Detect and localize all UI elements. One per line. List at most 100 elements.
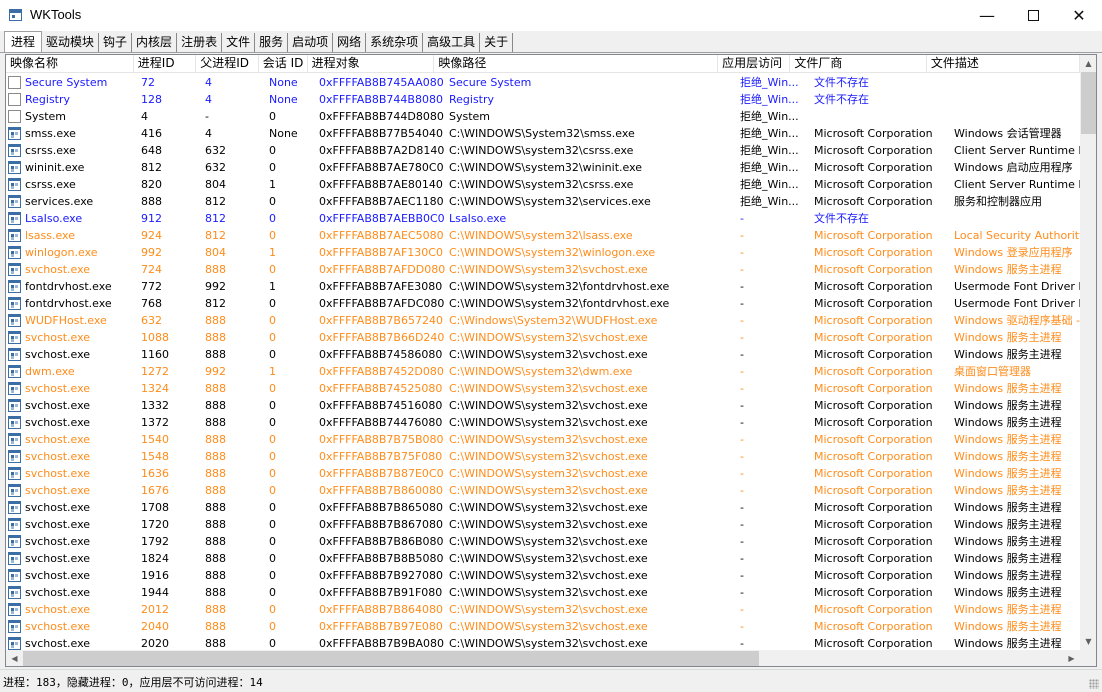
application-icon bbox=[8, 637, 21, 650]
table-row[interactable]: fontdrvhost.exe 768 812 0 0xFFFFAB8B7AFDC080… bbox=[6, 295, 1080, 312]
column-header-3[interactable]: 会话 ID bbox=[259, 55, 308, 73]
table-row[interactable]: svchost.exe 1792 888 0 0xFFFFAB8B7B86B080 C:\… bbox=[6, 533, 1080, 550]
cell-ppid: 992 bbox=[205, 365, 226, 378]
table-row[interactable]: svchost.exe 1540 888 0 0xFFFFAB8B7B75B080 C:\… bbox=[6, 431, 1080, 448]
table-row[interactable]: svchost.exe 1944 888 0 0xFFFFAB8B7B91F080 C:\… bbox=[6, 584, 1080, 601]
cell-session: 0 bbox=[269, 263, 276, 276]
table-row[interactable]: csrss.exe 820 804 1 0xFFFFAB8B7AE80140 C:\WIN… bbox=[6, 176, 1080, 193]
table-row[interactable]: smss.exe 416 4 None 0xFFFFAB8B77B54040 C:\WIN… bbox=[6, 125, 1080, 142]
cell-image-name: svchost.exe bbox=[6, 584, 137, 601]
scroll-left-icon[interactable]: ◀ bbox=[6, 650, 23, 666]
tab-10[interactable]: 高级工具 bbox=[423, 33, 481, 52]
process-name: wininit.exe bbox=[25, 161, 85, 174]
table-row[interactable]: svchost.exe 2040 888 0 0xFFFFAB8B7B97E080 C:\… bbox=[6, 618, 1080, 635]
cell-desc: Windows 服务主进程 bbox=[954, 382, 1062, 395]
table-row[interactable]: System 4 - 0 0xFFFFAB8B744D8080 System 拒绝_Win.… bbox=[6, 108, 1080, 125]
table-row[interactable]: svchost.exe 1916 888 0 0xFFFFAB8B7B927080 C:\… bbox=[6, 567, 1080, 584]
cell-session: 0 bbox=[269, 161, 276, 174]
horizontal-scrollbar[interactable]: ◀ ▶ bbox=[6, 650, 1080, 666]
cell-image-name: svchost.exe bbox=[6, 567, 137, 584]
minimize-button[interactable]: — bbox=[964, 0, 1010, 31]
cell-pid: 1088 bbox=[141, 331, 169, 344]
tab-5[interactable]: 文件 bbox=[222, 33, 256, 52]
tab-6[interactable]: 服务 bbox=[255, 33, 289, 52]
table-row[interactable]: svchost.exe 1088 888 0 0xFFFFAB8B7B66D240 C:\… bbox=[6, 329, 1080, 346]
table-row[interactable]: svchost.exe 1372 888 0 0xFFFFAB8B74476080 C:\… bbox=[6, 414, 1080, 431]
table-row[interactable]: Secure System 72 4 None 0xFFFFAB8B745AA080 Se… bbox=[6, 74, 1080, 91]
table-row[interactable]: svchost.exe 1676 888 0 0xFFFFAB8B7B860080 C:\… bbox=[6, 482, 1080, 499]
table-row[interactable]: svchost.exe 1324 888 0 0xFFFFAB8B74525080 C:\… bbox=[6, 380, 1080, 397]
table-row[interactable]: svchost.exe 1332 888 0 0xFFFFAB8B74516080 C:\… bbox=[6, 397, 1080, 414]
table-row[interactable]: fontdrvhost.exe 772 992 1 0xFFFFAB8B7AFE3080… bbox=[6, 278, 1080, 295]
cell-desc: Windows 服务主进程 bbox=[954, 331, 1062, 344]
tab-8[interactable]: 网络 bbox=[333, 33, 367, 52]
cell-ppid: 888 bbox=[205, 620, 226, 633]
cell-access: - bbox=[740, 280, 744, 293]
tab-9[interactable]: 系统杂项 bbox=[366, 33, 424, 52]
table-row[interactable]: svchost.exe 1636 888 0 0xFFFFAB8B7B87E0C0 C:\… bbox=[6, 465, 1080, 482]
cell-path: C:\WINDOWS\system32\svchost.exe bbox=[449, 433, 648, 446]
tab-0[interactable]: 进程 bbox=[4, 31, 43, 52]
cell-ppid: 812 bbox=[205, 195, 226, 208]
cell-pid: 1676 bbox=[141, 484, 169, 497]
resize-grip-icon[interactable] bbox=[1089, 679, 1099, 689]
column-header-5[interactable]: 映像路径 bbox=[434, 55, 719, 73]
column-header-1[interactable]: 进程ID bbox=[134, 55, 197, 73]
process-name: svchost.exe bbox=[25, 518, 91, 531]
table-row[interactable]: Registry 128 4 None 0xFFFFAB8B744B8080 Regist… bbox=[6, 91, 1080, 108]
cell-path: LsaIso.exe bbox=[449, 212, 507, 225]
table-row[interactable]: csrss.exe 648 632 0 0xFFFFAB8B7A2D8140 C:\WIN… bbox=[6, 142, 1080, 159]
table-row[interactable]: svchost.exe 1720 888 0 0xFFFFAB8B7B867080 C:\… bbox=[6, 516, 1080, 533]
document-icon bbox=[8, 110, 21, 123]
scroll-down-icon[interactable]: ▼ bbox=[1080, 633, 1096, 650]
table-row[interactable]: lsass.exe 924 812 0 0xFFFFAB8B7AEC5080 C:\WIN… bbox=[6, 227, 1080, 244]
scroll-right-icon[interactable]: ▶ bbox=[1063, 650, 1080, 666]
column-header-6[interactable]: 应用层访问 bbox=[718, 55, 791, 73]
vertical-scrollbar[interactable]: ▲ ▼ bbox=[1080, 55, 1096, 650]
table-row[interactable]: svchost.exe 1824 888 0 0xFFFFAB8B7B8B5080 C:\… bbox=[6, 550, 1080, 567]
cell-access: - bbox=[740, 484, 744, 497]
table-row[interactable]: WUDFHost.exe 632 888 0 0xFFFFAB8B7B657240 C:\… bbox=[6, 312, 1080, 329]
column-header-8[interactable]: 文件描述 bbox=[927, 55, 1080, 73]
column-header-4[interactable]: 进程对象 bbox=[308, 55, 435, 73]
column-header-7[interactable]: 文件厂商 bbox=[790, 55, 927, 73]
cell-path: C:\WINDOWS\system32\svchost.exe bbox=[449, 382, 648, 395]
tab-3[interactable]: 内核层 bbox=[132, 33, 178, 52]
vertical-scroll-thumb[interactable] bbox=[1081, 72, 1096, 134]
cell-image-name: fontdrvhost.exe bbox=[6, 295, 137, 312]
table-row[interactable]: services.exe 888 812 0 0xFFFFAB8B7AEC1180 C:\… bbox=[6, 193, 1080, 210]
column-header-0[interactable]: 映像名称 bbox=[6, 55, 134, 73]
maximize-button[interactable] bbox=[1010, 0, 1056, 31]
cell-vendor: Microsoft Corporation bbox=[814, 433, 933, 446]
table-row[interactable]: winlogon.exe 992 804 1 0xFFFFAB8B7AF130C0 C:\… bbox=[6, 244, 1080, 261]
tab-2[interactable]: 钩子 bbox=[99, 33, 133, 52]
tab-1[interactable]: 驱动模块 bbox=[42, 33, 100, 52]
cell-path: C:\WINDOWS\system32\csrss.exe bbox=[449, 178, 634, 191]
table-row[interactable]: LsaIso.exe 912 812 0 0xFFFFAB8B7AEBB0C0 LsaIs… bbox=[6, 210, 1080, 227]
table-row[interactable]: svchost.exe 1708 888 0 0xFFFFAB8B7B865080 C:\… bbox=[6, 499, 1080, 516]
cell-desc: Windows 服务主进程 bbox=[954, 603, 1062, 616]
cell-session: 0 bbox=[269, 450, 276, 463]
table-row[interactable]: svchost.exe 1160 888 0 0xFFFFAB8B74586080 C:\… bbox=[6, 346, 1080, 363]
cell-pid: 4 bbox=[141, 110, 148, 123]
cell-ppid: 4 bbox=[205, 76, 212, 89]
horizontal-scroll-thumb[interactable] bbox=[23, 651, 759, 666]
table-row[interactable]: svchost.exe 1548 888 0 0xFFFFAB8B7B75F080 C:\… bbox=[6, 448, 1080, 465]
status-text: 进程：183，隐藏进程：0，应用层不可访问进程：14 bbox=[3, 676, 263, 689]
process-list[interactable]: 映像名称 进程ID 父进程ID 会话 ID 进程对象 映像路径 应用层访问 文件厂商 文件描述 … bbox=[5, 54, 1097, 667]
table-row[interactable]: wininit.exe 812 632 0 0xFFFFAB8B7AE780C0 C:\W… bbox=[6, 159, 1080, 176]
tab-4[interactable]: 注册表 bbox=[177, 33, 223, 52]
table-row[interactable]: dwm.exe 1272 992 1 0xFFFFAB8B7452D080 C:\WIND… bbox=[6, 363, 1080, 380]
tab-11[interactable]: 关于 bbox=[480, 33, 514, 52]
tab-7[interactable]: 启动项 bbox=[288, 33, 334, 52]
cell-pid: 632 bbox=[141, 314, 162, 327]
scroll-up-icon[interactable]: ▲ bbox=[1080, 55, 1096, 72]
close-button[interactable]: ✕ bbox=[1056, 0, 1102, 31]
column-header-2[interactable]: 父进程ID bbox=[196, 55, 259, 73]
cell-image-name: WUDFHost.exe bbox=[6, 312, 137, 329]
application-icon bbox=[8, 552, 21, 565]
cell-desc: Windows 服务主进程 bbox=[954, 399, 1062, 412]
cell-path: C:\WINDOWS\system32\lsass.exe bbox=[449, 229, 633, 242]
table-row[interactable]: svchost.exe 724 888 0 0xFFFFAB8B7AFDD080 C:\W… bbox=[6, 261, 1080, 278]
table-row[interactable]: svchost.exe 2012 888 0 0xFFFFAB8B7B864080 C:\… bbox=[6, 601, 1080, 618]
